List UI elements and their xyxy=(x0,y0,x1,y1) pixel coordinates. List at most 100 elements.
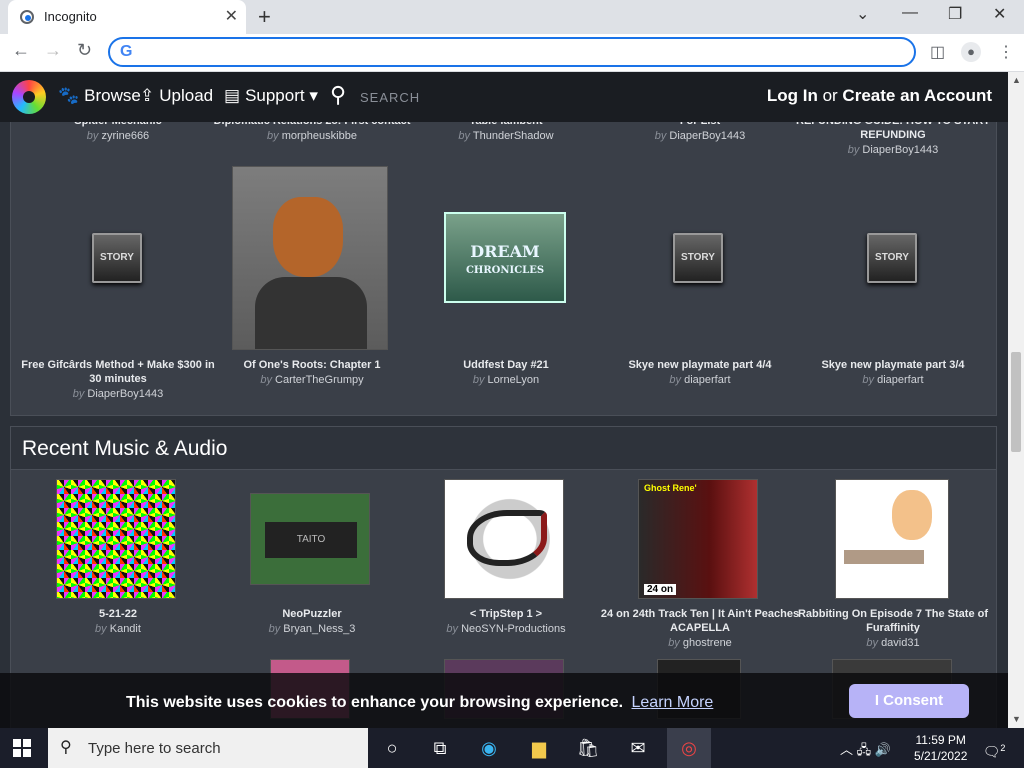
item-author[interactable]: by DiaperBoy1443 xyxy=(793,142,993,158)
cortana-icon[interactable]: ○ xyxy=(380,736,404,760)
system-tray[interactable]: ︿ 🖧 🔊 xyxy=(840,739,891,763)
list-item[interactable]: 24 on 24th Track Ten | It Ain't Peaches … xyxy=(600,607,800,651)
item-title[interactable]: NeoPuzzler xyxy=(212,607,412,621)
music-thumbnail[interactable]: Ghost Rene' 24 on xyxy=(638,479,758,599)
list-item[interactable]: < TripStep 1 > by NeoSYN-Productions xyxy=(406,607,606,637)
back-arrow-icon[interactable]: ← xyxy=(12,40,30,61)
story-thumbnail[interactable]: STORY xyxy=(673,233,723,283)
author-name[interactable]: ThunderShadow xyxy=(473,130,554,142)
maximize-button[interactable]: ❐ xyxy=(948,4,962,24)
item-author[interactable]: by NeoSYN-Productions xyxy=(406,621,606,637)
item-author[interactable]: by Kandit xyxy=(18,621,218,637)
tab-search-icon[interactable]: ⌄ xyxy=(856,4,869,24)
close-tab-icon[interactable]: ✕ xyxy=(225,6,238,26)
item-title[interactable]: Of One's Roots: Chapter 1 xyxy=(212,358,412,372)
profile-icon[interactable]: ● xyxy=(961,42,981,62)
author-name[interactable]: DiaperBoy1443 xyxy=(862,144,938,156)
music-thumbnail[interactable] xyxy=(835,479,949,599)
store-icon[interactable]: 🛍 xyxy=(576,736,600,760)
browser-tab[interactable]: Incognito ✕ xyxy=(8,0,246,34)
list-item[interactable]: Table lambentby ThunderShadow xyxy=(406,115,606,144)
author-name[interactable]: david31 xyxy=(881,637,920,649)
menu-dots-icon[interactable]: ⋮ xyxy=(998,42,1014,62)
list-item[interactable]: Uddfest Day #21 by LorneLyon xyxy=(406,358,606,388)
item-title[interactable]: 24 on 24th Track Ten | It Ain't Peaches … xyxy=(600,607,800,635)
list-item[interactable]: NeoPuzzler by Bryan_Ness_3 xyxy=(212,607,412,637)
close-window-button[interactable]: ✕ xyxy=(993,4,1006,24)
list-item[interactable]: Skye new playmate part 4/4 by diaperfart xyxy=(600,358,800,388)
item-author[interactable]: by diaperfart xyxy=(600,372,800,388)
site-logo[interactable] xyxy=(12,80,46,114)
author-name[interactable]: Kandit xyxy=(110,623,141,635)
list-item[interactable]: Of One's Roots: Chapter 1 by CarterTheGru… xyxy=(212,358,412,388)
item-title[interactable]: Skye new playmate part 3/4 xyxy=(793,358,993,372)
artwork-thumbnail[interactable] xyxy=(232,166,388,350)
page-scrollbar[interactable]: ▲ ▼ xyxy=(1008,72,1024,728)
edge-icon[interactable]: ◉ xyxy=(477,736,501,760)
list-item[interactable]: For Listby DiaperBoy1443 xyxy=(600,115,800,144)
site-search[interactable]: ⚲ SEARCH xyxy=(330,80,430,114)
item-author[interactable]: by CarterTheGrumpy xyxy=(212,372,412,388)
list-item[interactable]: 5-21-22 by Kandit xyxy=(18,607,218,637)
author-name[interactable]: diaperfart xyxy=(877,374,923,386)
list-item[interactable]: Spider Mechanicby zyrine666 xyxy=(18,115,218,144)
author-name[interactable]: diaperfart xyxy=(684,374,730,386)
scroll-up-icon[interactable]: ▲ xyxy=(1012,75,1021,85)
item-title[interactable]: < TripStep 1 > xyxy=(406,607,606,621)
item-author[interactable]: by david31 xyxy=(793,635,993,651)
notification-icon[interactable]: 🗨2 xyxy=(982,736,1006,760)
author-name[interactable]: NeoSYN-Productions xyxy=(461,623,566,635)
list-item[interactable]: Free Gifcârds Method + Make $300 in 30 m… xyxy=(18,358,218,402)
learn-more-link[interactable]: Learn More xyxy=(632,694,714,711)
music-thumbnail[interactable]: TAITO xyxy=(250,493,370,585)
browse-link[interactable]: 🐾 Browse xyxy=(58,86,141,106)
author-name[interactable]: DiaperBoy1443 xyxy=(87,388,163,400)
author-name[interactable]: CarterTheGrumpy xyxy=(275,374,364,386)
item-author[interactable]: by DiaperBoy1443 xyxy=(600,128,800,144)
list-item[interactable]: Skye new playmate part 3/4 by diaperfart xyxy=(793,358,993,388)
scroll-down-icon[interactable]: ▼ xyxy=(1012,714,1021,724)
scroll-thumb[interactable] xyxy=(1011,352,1021,452)
new-tab-button[interactable]: + xyxy=(258,4,271,30)
forward-arrow-icon[interactable]: → xyxy=(44,40,62,61)
item-author[interactable]: by DiaperBoy1443 xyxy=(18,386,218,402)
list-item[interactable]: Rabbiting On Episode 7 The State of Fura… xyxy=(793,607,993,651)
task-view-icon[interactable]: ⧉ xyxy=(428,736,452,760)
upload-link[interactable]: ⇪ Upload xyxy=(140,86,213,106)
support-link[interactable]: ▤ Support ▾ xyxy=(224,86,318,106)
author-name[interactable]: zyrine666 xyxy=(101,130,149,142)
author-name[interactable]: Bryan_Ness_3 xyxy=(283,623,355,635)
side-panel-icon[interactable]: ◫ xyxy=(930,42,945,62)
item-author[interactable]: by Bryan_Ness_3 xyxy=(212,621,412,637)
mail-icon[interactable]: ✉ xyxy=(626,736,650,760)
author-name[interactable]: morpheuskibbe xyxy=(282,130,357,142)
item-author[interactable]: by ghostrene xyxy=(600,635,800,651)
item-title[interactable]: Rabbiting On Episode 7 The State of Fura… xyxy=(793,607,993,635)
item-title[interactable]: 5-21-22 xyxy=(18,607,218,621)
item-author[interactable]: by LorneLyon xyxy=(406,372,606,388)
chrome-icon[interactable]: ◎ xyxy=(667,728,711,768)
create-account-link[interactable]: Create an Account xyxy=(842,86,992,105)
address-input[interactable] xyxy=(142,43,882,63)
login-link[interactable]: Log In xyxy=(767,86,818,105)
clock[interactable]: 11:59 PM 5/21/2022 xyxy=(914,732,967,764)
minimize-button[interactable]: — xyxy=(902,4,918,22)
reload-icon[interactable]: ↻ xyxy=(77,40,92,61)
item-title[interactable]: Uddfest Day #21 xyxy=(406,358,606,372)
story-thumbnail[interactable]: STORY xyxy=(92,233,142,283)
item-author[interactable]: by diaperfart xyxy=(793,372,993,388)
author-name[interactable]: ghostrene xyxy=(683,637,732,649)
dream-chronicles-thumbnail[interactable]: DREAM CHRONICLES xyxy=(444,212,566,303)
music-thumbnail[interactable] xyxy=(56,479,176,599)
item-title[interactable]: Free Gifcârds Method + Make $300 in 30 m… xyxy=(18,358,218,386)
consent-button[interactable]: I Consent xyxy=(849,684,969,718)
item-author[interactable]: by zyrine666 xyxy=(18,128,218,144)
story-thumbnail[interactable]: STORY xyxy=(867,233,917,283)
taskbar-search[interactable]: ⚲ Type here to search xyxy=(48,728,368,768)
item-title[interactable]: Skye new playmate part 4/4 xyxy=(600,358,800,372)
item-author[interactable]: by morpheuskibbe xyxy=(212,128,412,144)
address-bar[interactable]: G xyxy=(108,37,916,67)
file-explorer-icon[interactable]: ▆ xyxy=(527,736,551,760)
author-name[interactable]: DiaperBoy1443 xyxy=(669,130,745,142)
author-name[interactable]: LorneLyon xyxy=(488,374,540,386)
